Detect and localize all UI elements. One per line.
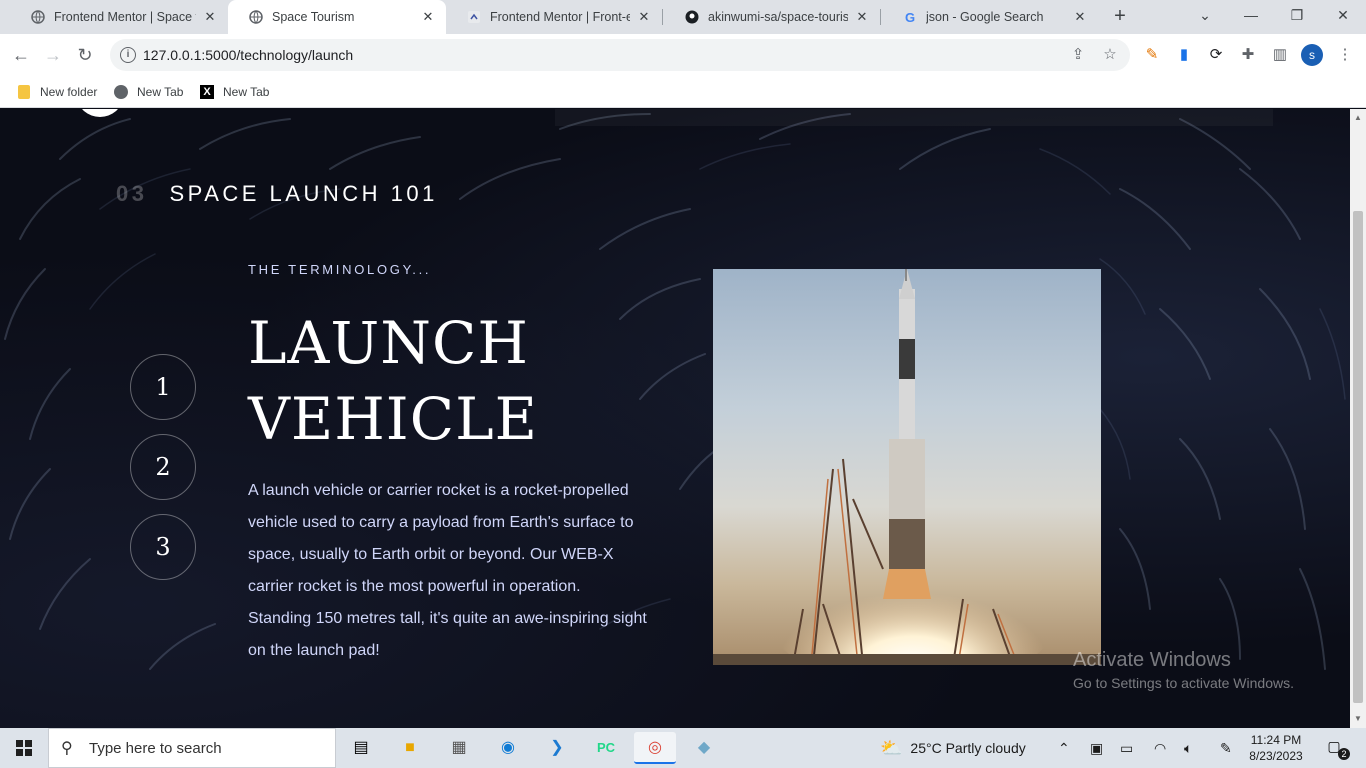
- globe-icon: [30, 9, 46, 25]
- github-icon: [684, 9, 700, 25]
- step-button-3[interactable]: 3: [130, 514, 196, 580]
- forward-button[interactable]: →: [40, 42, 66, 68]
- launch-vehicle-image: [713, 269, 1101, 665]
- x-icon: X: [199, 84, 215, 100]
- windows-activation-watermark: Activate Windows Go to Settings to activ…: [1073, 649, 1294, 691]
- restore-button[interactable]: ❐: [1274, 0, 1320, 30]
- step-button-2[interactable]: 2: [130, 434, 196, 500]
- page-scrollbar[interactable]: ▲ ▼: [1350, 109, 1366, 728]
- vscode-icon[interactable]: ❯: [536, 732, 578, 764]
- folder-icon: [16, 84, 32, 100]
- frontendmentor-icon: [466, 9, 482, 25]
- tab-separator: [662, 9, 663, 25]
- bookmark-new-folder[interactable]: New folder: [16, 82, 97, 102]
- clipboard-extension-icon[interactable]: ▮: [1173, 44, 1195, 66]
- page-viewport: 03 SPACE LAUNCH 101 1 2 3 THE TERMINOLOGY…: [0, 109, 1350, 728]
- tab-space-tourism[interactable]: Space Tourism ✕: [228, 0, 446, 34]
- close-icon[interactable]: ✕: [202, 9, 218, 25]
- tab-strip: Frontend Mentor | Space tou ✕ Space Tour…: [0, 0, 1366, 34]
- battery-icon[interactable]: ▭: [1120, 728, 1133, 768]
- close-icon[interactable]: ✕: [420, 9, 436, 25]
- taskbar-search[interactable]: ⚲ Type here to search: [48, 728, 336, 768]
- tab-separator: [880, 9, 881, 25]
- back-button[interactable]: ←: [8, 42, 34, 68]
- terminology-label: THE TERMINOLOGY...: [248, 262, 432, 277]
- page-title: 03 SPACE LAUNCH 101: [116, 181, 438, 207]
- tab-frontend-mentor-1[interactable]: Frontend Mentor | Space tou ✕: [10, 0, 228, 34]
- url-text[interactable]: 127.0.0.1:5000/technology/launch: [143, 47, 353, 63]
- edge-browser-icon[interactable]: ◉: [487, 732, 529, 764]
- extensions-puzzle-icon[interactable]: ✚: [1237, 44, 1259, 66]
- menu-kebab-icon[interactable]: ⋮: [1334, 44, 1356, 66]
- browser-toolbar: ← → ↻ i 127.0.0.1:5000/technology/launch…: [0, 34, 1366, 76]
- technology-description: A launch vehicle or carrier rocket is a …: [248, 482, 647, 659]
- technology-name: LAUNCH VEHICLE: [248, 309, 538, 453]
- side-panel-icon[interactable]: ▥: [1269, 44, 1291, 66]
- tab-search-chevron-icon[interactable]: ⌄: [1182, 0, 1228, 30]
- pycharm-icon[interactable]: PC: [585, 732, 627, 764]
- start-button[interactable]: [0, 728, 48, 768]
- bookmark-new-tab-2[interactable]: X New Tab: [199, 82, 269, 102]
- file-explorer-icon[interactable]: ■: [389, 732, 431, 764]
- new-tab-button[interactable]: +: [1108, 4, 1132, 28]
- windows-logo-icon: [16, 740, 32, 756]
- profile-avatar[interactable]: s: [1301, 44, 1323, 66]
- bookmarks-bar: New folder New Tab X New Tab: [0, 76, 1366, 108]
- app-icon[interactable]: ▦: [438, 732, 480, 764]
- volume-icon[interactable]: 🔈︎: [1184, 728, 1192, 768]
- close-icon[interactable]: ✕: [854, 9, 870, 25]
- bookmark-star-icon[interactable]: ☆: [1100, 45, 1120, 65]
- nav-bar-backdrop: [555, 109, 1273, 126]
- address-bar[interactable]: i 127.0.0.1:5000/technology/launch ⇪ ☆: [110, 39, 1130, 71]
- sync-extension-icon[interactable]: ⟳: [1205, 44, 1227, 66]
- chrome-icon[interactable]: ◎: [634, 732, 676, 764]
- step-button-1[interactable]: 1: [130, 354, 196, 420]
- close-icon[interactable]: ✕: [636, 9, 652, 25]
- color-picker-extension-icon[interactable]: ✎: [1141, 44, 1163, 66]
- tab-google-search[interactable]: G json - Google Search ✕: [882, 0, 1098, 34]
- notification-count: 2: [1338, 748, 1350, 760]
- meet-now-icon[interactable]: ▣: [1090, 728, 1103, 768]
- wifi-icon[interactable]: ◠: [1154, 728, 1166, 768]
- tab-frontend-mentor-2[interactable]: Frontend Mentor | Front-end ✕: [446, 0, 662, 34]
- system-clock[interactable]: 11:24 PM 8/23/2023: [1242, 732, 1310, 764]
- site-info-icon[interactable]: i: [120, 47, 136, 63]
- share-icon[interactable]: ⇪: [1068, 45, 1088, 65]
- show-hidden-icons-chevron-icon[interactable]: ⌃: [1058, 728, 1070, 768]
- pen-icon[interactable]: ✎: [1220, 728, 1232, 768]
- partly-cloudy-icon: ⛅: [880, 737, 903, 758]
- scrollbar-thumb[interactable]: [1353, 211, 1363, 703]
- page-title-number: 03: [116, 181, 148, 206]
- google-icon: G: [904, 9, 916, 25]
- search-icon: ⚲: [61, 740, 73, 757]
- notification-center-icon[interactable]: ▢ 2: [1322, 738, 1350, 760]
- app-icon-2[interactable]: ◆: [683, 732, 725, 764]
- scroll-up-arrow-icon[interactable]: ▲: [1350, 111, 1366, 125]
- page-title-text: SPACE LAUNCH 101: [169, 181, 438, 206]
- globe-icon: [248, 9, 264, 25]
- close-icon[interactable]: ✕: [1072, 9, 1088, 25]
- minimize-button[interactable]: —: [1228, 0, 1274, 30]
- bookmark-new-tab-1[interactable]: New Tab: [113, 82, 183, 102]
- task-view-icon[interactable]: ▤: [340, 732, 382, 764]
- close-window-button[interactable]: ✕: [1320, 0, 1366, 30]
- scroll-down-arrow-icon[interactable]: ▼: [1350, 712, 1366, 726]
- weather-widget[interactable]: ⛅ 25°C Partly cloudy: [880, 728, 1026, 768]
- tab-github[interactable]: akinwumi-sa/space-tourism- ✕: [664, 0, 880, 34]
- windows-taskbar: ⚲ Type here to search ▤ ■ ▦ ◉ ❯ PC ◎ ◆ ⛅…: [0, 728, 1366, 768]
- reload-button[interactable]: ↻: [72, 42, 98, 68]
- globe-icon: [113, 84, 129, 100]
